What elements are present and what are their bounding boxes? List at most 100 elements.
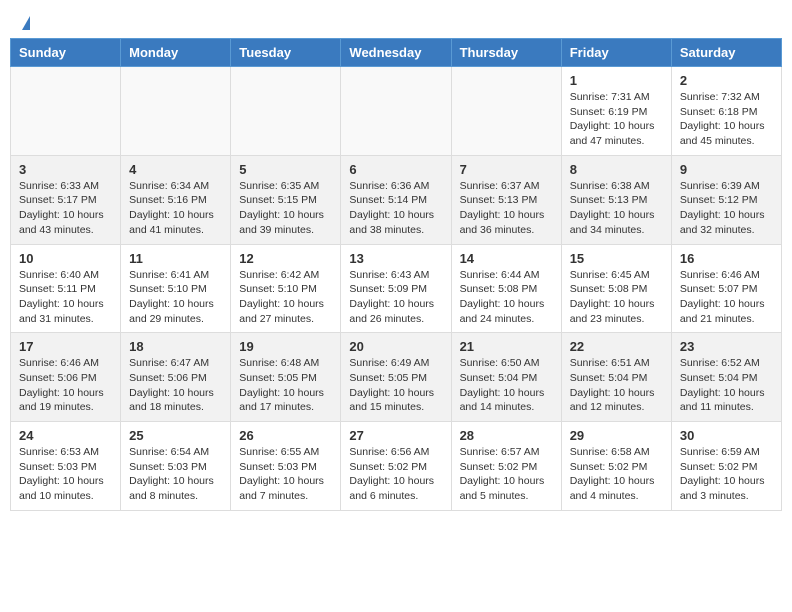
day-number: 27 [349,428,442,443]
day-info: Sunrise: 6:37 AM Sunset: 5:13 PM Dayligh… [460,179,553,238]
day-number: 24 [19,428,112,443]
calendar-week-row: 10 Sunrise: 6:40 AM Sunset: 5:11 PM Dayli… [11,244,782,333]
page-header [0,0,792,38]
day-info: Sunrise: 6:34 AM Sunset: 5:16 PM Dayligh… [129,179,222,238]
day-number: 7 [460,162,553,177]
calendar-week-row: 3Sunrise: 6:33 AM Sunset: 5:17 PM Daylig… [11,155,782,244]
day-info: Sunrise: 6:41 AM Sunset: 5:10 PM Dayligh… [129,268,222,327]
calendar-day-cell: 19 Sunrise: 6:48 AM Sunset: 5:05 PM Dayli… [231,333,341,422]
day-of-week-header: Saturday [671,39,781,67]
day-info: Sunrise: 6:54 AM Sunset: 5:03 PM Dayligh… [129,445,222,504]
calendar-day-cell [341,67,451,156]
day-of-week-header: Wednesday [341,39,451,67]
calendar-day-cell: 24 Sunrise: 6:53 AM Sunset: 5:03 PM Dayli… [11,422,121,511]
calendar-day-cell: 18Sunrise: 6:47 AM Sunset: 5:06 PM Dayli… [121,333,231,422]
calendar-day-cell: 22 Sunrise: 6:51 AM Sunset: 5:04 PM Dayli… [561,333,671,422]
day-info: Sunrise: 6:33 AM Sunset: 5:17 PM Dayligh… [19,179,112,238]
calendar-day-cell: 29 Sunrise: 6:58 AM Sunset: 5:02 PM Dayli… [561,422,671,511]
day-number: 19 [239,339,332,354]
calendar-day-cell: 17Sunrise: 6:46 AM Sunset: 5:06 PM Dayli… [11,333,121,422]
day-info: Sunrise: 6:58 AM Sunset: 5:02 PM Dayligh… [570,445,663,504]
day-number: 18 [129,339,222,354]
day-number: 28 [460,428,553,443]
calendar-day-cell [121,67,231,156]
day-info: Sunrise: 6:56 AM Sunset: 5:02 PM Dayligh… [349,445,442,504]
day-number: 23 [680,339,773,354]
calendar-day-cell: 28Sunrise: 6:57 AM Sunset: 5:02 PM Dayli… [451,422,561,511]
day-info: Sunrise: 6:38 AM Sunset: 5:13 PM Dayligh… [570,179,663,238]
day-number: 6 [349,162,442,177]
day-number: 10 [19,251,112,266]
calendar-week-row: 24 Sunrise: 6:53 AM Sunset: 5:03 PM Dayli… [11,422,782,511]
day-of-week-header: Thursday [451,39,561,67]
day-info: Sunrise: 6:55 AM Sunset: 5:03 PM Dayligh… [239,445,332,504]
calendar-day-cell: 27 Sunrise: 6:56 AM Sunset: 5:02 PM Dayli… [341,422,451,511]
day-info: Sunrise: 6:49 AM Sunset: 5:05 PM Dayligh… [349,356,442,415]
calendar-day-cell [231,67,341,156]
calendar-day-cell: 10 Sunrise: 6:40 AM Sunset: 5:11 PM Dayli… [11,244,121,333]
day-info: Sunrise: 6:36 AM Sunset: 5:14 PM Dayligh… [349,179,442,238]
day-number: 20 [349,339,442,354]
calendar-header: SundayMondayTuesdayWednesdayThursdayFrid… [11,39,782,67]
calendar-day-cell [11,67,121,156]
calendar-day-cell: 8 Sunrise: 6:38 AM Sunset: 5:13 PM Daylig… [561,155,671,244]
calendar-body: 1 Sunrise: 7:31 AM Sunset: 6:19 PM Daylig… [11,67,782,511]
day-info: Sunrise: 6:45 AM Sunset: 5:08 PM Dayligh… [570,268,663,327]
calendar-day-cell: 14 Sunrise: 6:44 AM Sunset: 5:08 PM Dayli… [451,244,561,333]
calendar-day-cell: 21Sunrise: 6:50 AM Sunset: 5:04 PM Dayli… [451,333,561,422]
day-info: Sunrise: 6:46 AM Sunset: 5:07 PM Dayligh… [680,268,773,327]
day-number: 5 [239,162,332,177]
day-info: Sunrise: 6:59 AM Sunset: 5:02 PM Dayligh… [680,445,773,504]
day-number: 15 [570,251,663,266]
logo [20,16,30,30]
calendar-day-cell [451,67,561,156]
day-number: 14 [460,251,553,266]
day-number: 13 [349,251,442,266]
day-number: 22 [570,339,663,354]
day-number: 8 [570,162,663,177]
calendar-day-cell: 12Sunrise: 6:42 AM Sunset: 5:10 PM Dayli… [231,244,341,333]
day-number: 1 [570,73,663,88]
day-info: Sunrise: 6:40 AM Sunset: 5:11 PM Dayligh… [19,268,112,327]
day-info: Sunrise: 6:52 AM Sunset: 5:04 PM Dayligh… [680,356,773,415]
day-of-week-header: Monday [121,39,231,67]
calendar-day-cell: 2 Sunrise: 7:32 AM Sunset: 6:18 PM Daylig… [671,67,781,156]
day-info: Sunrise: 6:44 AM Sunset: 5:08 PM Dayligh… [460,268,553,327]
day-info: Sunrise: 6:53 AM Sunset: 5:03 PM Dayligh… [19,445,112,504]
logo-triangle-icon [22,16,30,30]
calendar-day-cell: 20 Sunrise: 6:49 AM Sunset: 5:05 PM Dayli… [341,333,451,422]
day-of-week-header: Tuesday [231,39,341,67]
day-info: Sunrise: 6:51 AM Sunset: 5:04 PM Dayligh… [570,356,663,415]
calendar-day-cell: 1 Sunrise: 7:31 AM Sunset: 6:19 PM Daylig… [561,67,671,156]
day-info: Sunrise: 6:50 AM Sunset: 5:04 PM Dayligh… [460,356,553,415]
calendar-day-cell: 7 Sunrise: 6:37 AM Sunset: 5:13 PM Daylig… [451,155,561,244]
calendar-week-row: 1 Sunrise: 7:31 AM Sunset: 6:19 PM Daylig… [11,67,782,156]
calendar-day-cell: 23 Sunrise: 6:52 AM Sunset: 5:04 PM Dayli… [671,333,781,422]
calendar-wrapper: SundayMondayTuesdayWednesdayThursdayFrid… [0,38,792,531]
day-info: Sunrise: 6:43 AM Sunset: 5:09 PM Dayligh… [349,268,442,327]
calendar-table: SundayMondayTuesdayWednesdayThursdayFrid… [10,38,782,511]
day-number: 2 [680,73,773,88]
day-number: 30 [680,428,773,443]
day-info: Sunrise: 6:48 AM Sunset: 5:05 PM Dayligh… [239,356,332,415]
day-number: 9 [680,162,773,177]
calendar-day-cell: 15 Sunrise: 6:45 AM Sunset: 5:08 PM Dayli… [561,244,671,333]
calendar-day-cell: 4Sunrise: 6:34 AM Sunset: 5:16 PM Daylig… [121,155,231,244]
day-of-week-header: Sunday [11,39,121,67]
day-info: Sunrise: 7:32 AM Sunset: 6:18 PM Dayligh… [680,90,773,149]
day-number: 17 [19,339,112,354]
day-info: Sunrise: 6:39 AM Sunset: 5:12 PM Dayligh… [680,179,773,238]
day-number: 29 [570,428,663,443]
day-number: 12 [239,251,332,266]
calendar-day-cell: 6 Sunrise: 6:36 AM Sunset: 5:14 PM Daylig… [341,155,451,244]
calendar-day-cell: 30 Sunrise: 6:59 AM Sunset: 5:02 PM Dayli… [671,422,781,511]
day-info: Sunrise: 7:31 AM Sunset: 6:19 PM Dayligh… [570,90,663,149]
days-of-week-row: SundayMondayTuesdayWednesdayThursdayFrid… [11,39,782,67]
calendar-day-cell: 13 Sunrise: 6:43 AM Sunset: 5:09 PM Dayli… [341,244,451,333]
calendar-day-cell: 3Sunrise: 6:33 AM Sunset: 5:17 PM Daylig… [11,155,121,244]
calendar-day-cell: 5 Sunrise: 6:35 AM Sunset: 5:15 PM Daylig… [231,155,341,244]
calendar-day-cell: 9 Sunrise: 6:39 AM Sunset: 5:12 PM Daylig… [671,155,781,244]
calendar-week-row: 17Sunrise: 6:46 AM Sunset: 5:06 PM Dayli… [11,333,782,422]
day-number: 11 [129,251,222,266]
day-info: Sunrise: 6:35 AM Sunset: 5:15 PM Dayligh… [239,179,332,238]
